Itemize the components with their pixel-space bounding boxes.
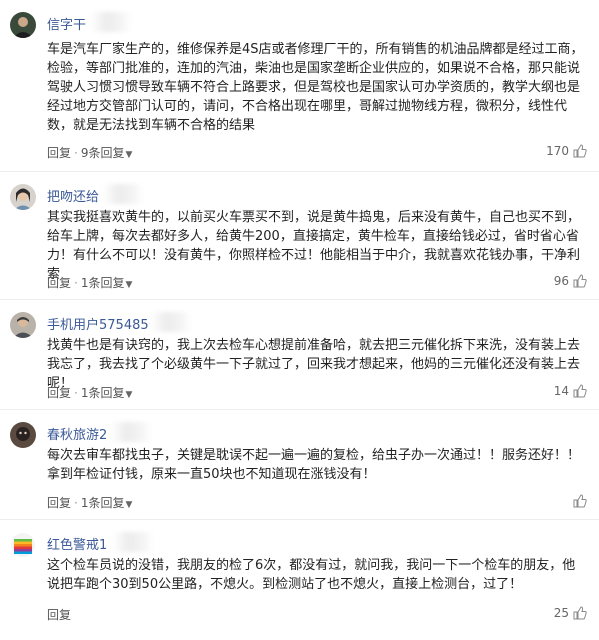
comment-text: 这个检车员说的没错，我朋友的检了6次，都没有过，就问我，我问一下一个检车的朋友，… [47,558,576,592]
comment-actions: 回复 · 1条回复▼ [47,386,133,400]
reply-button[interactable]: 回复 [47,496,71,510]
chevron-down-icon: ▼ [125,390,133,400]
username[interactable]: 手机用户575485 [47,314,149,333]
reply-button[interactable]: 回复 [47,386,71,400]
comment-item: 手机用户575485 找黄牛也是有诀窍的，我上次去检车心想提前准备哈，就去把三元… [0,300,599,410]
username-blur [90,12,132,32]
avatar[interactable] [10,184,36,210]
comment-feed: 信字干 车是汽车厂家生产的，维修保养是4S店或者修理厂干的，所有销售的机油品牌都… [0,0,599,640]
chevron-down-icon: ▼ [125,150,133,160]
comment-item: 春秋旅游2 每次去审车都找虫子，关键是耽误不起一遍一遍的复检，给虫子办一次通过！… [0,410,599,520]
thumbs-up-icon [573,384,587,398]
reply-button[interactable]: 回复 [47,276,71,290]
view-replies-button[interactable]: 1条回复▼ [81,496,133,510]
like-counter[interactable] [569,494,587,508]
username[interactable]: 信字干 [47,14,86,33]
comment-item: 信字干 车是汽车厂家生产的，维修保养是4S店或者修理厂干的，所有销售的机油品牌都… [0,0,599,172]
comment-actions: 回复 · 1条回复▼ [47,276,133,290]
thumbs-up-icon [573,494,587,508]
view-replies-button[interactable]: 1条回复▼ [81,276,133,290]
thumbs-up-icon [573,274,587,288]
like-counter[interactable]: 170 [546,144,587,158]
comment-text: 车是汽车厂家生产的，维修保养是4S店或者修理厂干的，所有销售的机油品牌都是经过工… [47,42,584,133]
username-blur [110,422,152,442]
comment-actions: 回复 · 1条回复▼ [47,496,133,510]
chevron-down-icon: ▼ [125,280,133,290]
like-count: 14 [553,384,569,398]
avatar[interactable] [10,422,36,448]
like-counter[interactable]: 96 [554,274,587,288]
avatar[interactable] [10,12,36,38]
like-count: 25 [553,606,569,620]
username[interactable]: 春秋旅游2 [47,424,107,443]
username[interactable]: 把吻还给 [47,186,99,205]
like-count: 170 [546,144,569,158]
comment-item: 把吻还给 其实我挺喜欢黄牛的，以前买火车票买不到，说是黄牛捣鬼，后来没有黄牛，自… [0,172,599,300]
comment-text: 每次去审车都找虫子，关键是耽误不起一遍一遍的复检，给虫子办一次通过！！服务还好！… [47,448,581,482]
username-blur [102,184,144,204]
view-replies-button[interactable]: 9条回复▼ [81,146,133,160]
comment-item: 红色警戒1 这个检车员说的没错，我朋友的检了6次，都没有过，就问我，我问一下一个… [0,520,599,640]
like-count: 96 [553,274,569,288]
username[interactable]: 红色警戒1 [47,534,107,553]
comment-actions: 回复 [47,606,71,623]
reply-button[interactable]: 回复 [47,146,71,160]
comment-actions: 回复 · 9条回复▼ [47,146,133,160]
like-counter[interactable]: 14 [554,384,587,398]
avatar[interactable] [10,312,36,338]
view-replies-button[interactable]: 1条回复▼ [81,386,133,400]
like-counter[interactable]: 25 [554,606,587,620]
chevron-down-icon: ▼ [125,500,133,510]
username-blur [112,532,154,552]
thumbs-up-icon [573,606,587,620]
thumbs-up-icon [573,144,587,158]
comment-text: 其实我挺喜欢黄牛的，以前买火车票买不到，说是黄牛捣鬼，后来没有黄牛，自己也买不到… [47,210,581,282]
apple-logo-avatar[interactable] [10,532,36,558]
username-blur [150,312,192,332]
reply-button[interactable]: 回复 [47,608,71,622]
